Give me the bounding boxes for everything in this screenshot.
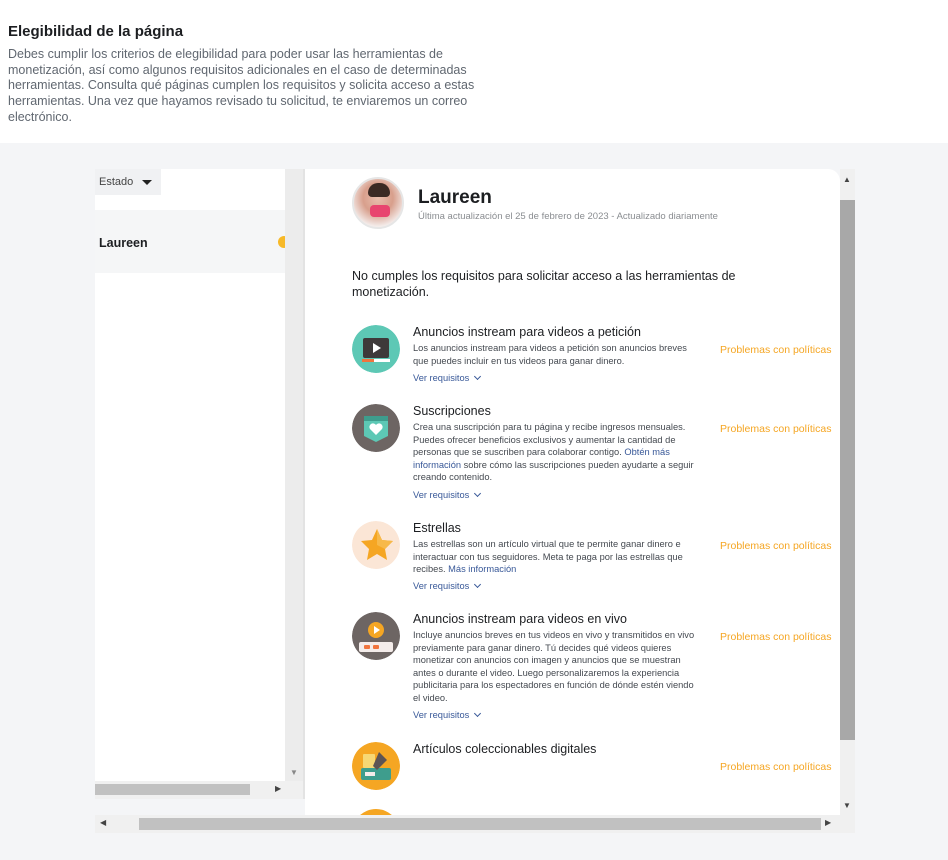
chevron-down-icon	[474, 709, 482, 718]
video-player-icon	[352, 325, 400, 373]
star-icon	[352, 521, 400, 569]
caret-down-icon	[142, 179, 153, 185]
status-badge: Problemas con políticas	[720, 540, 832, 552]
status-badge: Problemas con políticas	[720, 631, 832, 643]
view-requirements-link[interactable]: Ver requisitos	[413, 580, 482, 591]
scroll-right-arrow-icon[interactable]: ▶	[825, 818, 831, 827]
avatar	[352, 177, 404, 229]
scroll-up-arrow-icon[interactable]: ▲	[843, 175, 851, 184]
tool-item-digital-collectibles: Artículos coleccionables digitales Probl…	[352, 742, 840, 802]
page-description: Debes cumplir los criterios de elegibili…	[8, 47, 475, 124]
tool-title: Anuncios instream para videos en vivo	[413, 612, 628, 626]
scroll-right-arrow-icon[interactable]: ▶	[275, 784, 281, 793]
left-vertical-scrollbar[interactable]: ▼	[285, 169, 303, 781]
left-horizontal-scrollbar[interactable]: ▶	[95, 781, 303, 799]
learn-more-link[interactable]: Más información	[448, 564, 516, 574]
live-video-icon	[352, 612, 400, 660]
page-list-panel: Estado Laureen	[95, 169, 285, 799]
tool-title: Artículos coleccionables digitales	[413, 742, 597, 756]
tool-title: Estrellas	[413, 521, 461, 535]
scroll-down-arrow-icon[interactable]: ▼	[843, 801, 851, 810]
scrollbar-thumb[interactable]	[840, 200, 855, 740]
tool-description: Las estrellas son un artículo virtual qu…	[413, 539, 683, 575]
scroll-left-arrow-icon[interactable]: ◀	[100, 818, 106, 827]
eligibility-notice: No cumples los requisitos para solicitar…	[352, 269, 736, 299]
tool-title: Suscripciones	[413, 404, 491, 418]
tool-item-instream-live: Anuncios instream para videos en vivo In…	[352, 612, 840, 724]
view-requirements-link[interactable]: Ver requisitos	[413, 489, 482, 500]
status-badge: Problemas con políticas	[720, 761, 832, 773]
status-filter-button[interactable]: Estado	[95, 169, 161, 195]
scroll-down-arrow-icon[interactable]: ▼	[290, 768, 298, 777]
view-requirements-link[interactable]: Ver requisitos	[413, 372, 482, 383]
page-title: Elegibilidad de la página	[8, 23, 184, 40]
tool-title: Anuncios instream para videos a petición	[413, 325, 641, 339]
chevron-down-icon	[474, 372, 482, 381]
tool-description: Incluye anuncios breves en tus videos en…	[413, 630, 695, 703]
profile-updated-text: Última actualización el 25 de febrero de…	[418, 211, 718, 222]
status-badge: Problemas con políticas	[720, 423, 832, 435]
scrollbar-thumb[interactable]	[139, 818, 821, 830]
page-header: Elegibilidad de la página Debes cumplir …	[0, 0, 948, 143]
status-badge: Problemas con políticas	[720, 344, 832, 356]
view-requirements-link[interactable]: Ver requisitos	[413, 709, 482, 720]
tool-item-stars: Estrellas Las estrellas son un artículo …	[352, 521, 840, 595]
chevron-down-icon	[474, 580, 482, 589]
tool-item-instream-on-demand: Anuncios instream para videos a petición…	[352, 325, 840, 391]
tool-item-subscriptions: Suscripciones Crea una suscripción para …	[352, 404, 840, 504]
profile-name: Laureen	[418, 187, 492, 208]
tool-description: Crea una suscripción para tu página y re…	[413, 422, 694, 483]
scrollbar-thumb[interactable]	[95, 784, 250, 795]
pending-status-icon	[278, 236, 285, 248]
page-list-item[interactable]: Laureen	[95, 210, 285, 273]
eligibility-detail-panel: Laureen Última actualización el 25 de fe…	[305, 169, 840, 815]
heart-badge-icon	[352, 404, 400, 452]
status-filter-label: Estado	[99, 176, 134, 188]
tool-description: Los anuncios instream para videos a peti…	[413, 343, 687, 366]
right-vertical-scrollbar[interactable]: ▲ ▼	[840, 169, 855, 815]
page-list-item-name: Laureen	[99, 236, 148, 250]
collectibles-icon	[352, 742, 400, 790]
chevron-down-icon	[474, 489, 482, 498]
bottom-horizontal-scrollbar[interactable]: ◀ ▶	[95, 815, 855, 833]
